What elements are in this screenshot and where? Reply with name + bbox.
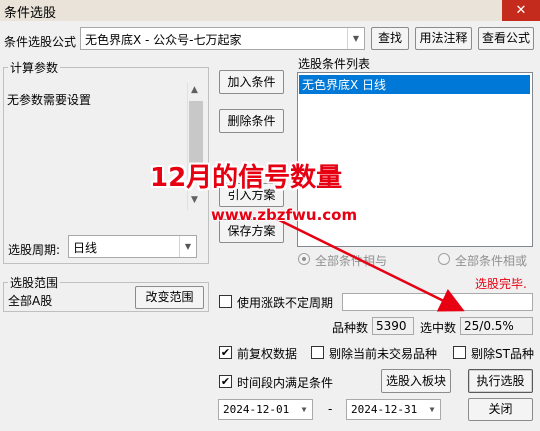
overlay-caption: 12月的信号数量	[150, 163, 343, 193]
watermark-url: www.zbzfwu.com	[211, 206, 358, 224]
annotation-arrow	[274, 216, 465, 312]
